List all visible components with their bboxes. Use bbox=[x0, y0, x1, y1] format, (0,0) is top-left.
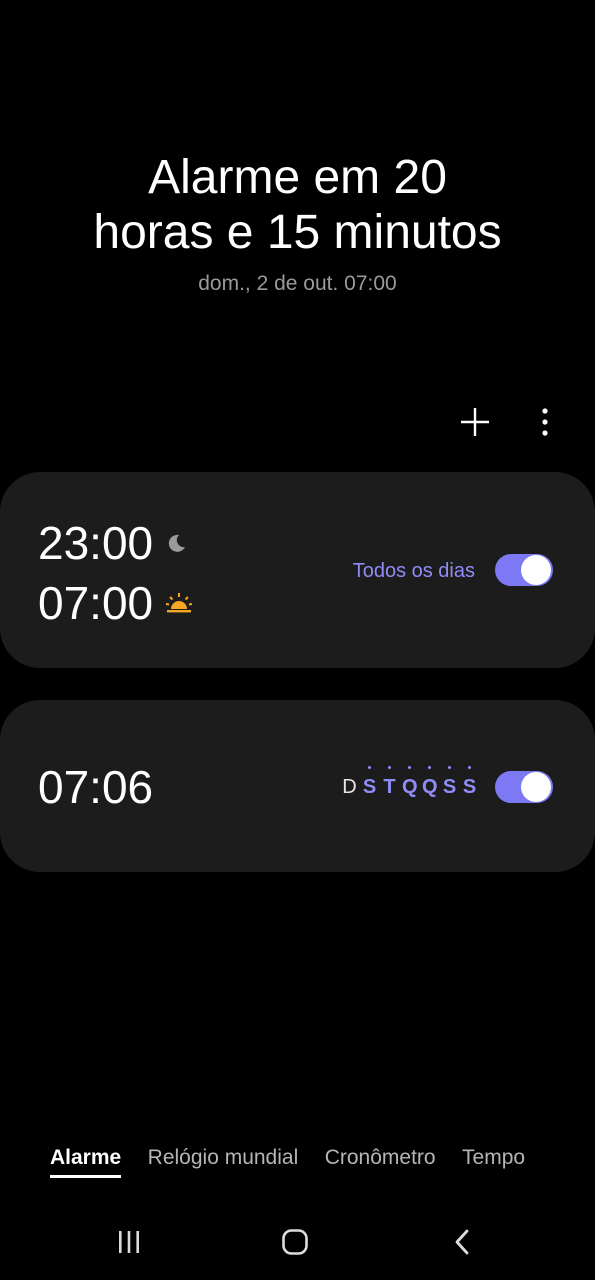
header: Alarme em 20 horas e 15 minutos dom., 2 … bbox=[0, 150, 595, 296]
bottom-tabs: Alarme Relógio mundial Cronômetro Tempo bbox=[50, 1146, 558, 1186]
recent-apps-icon bbox=[119, 1231, 139, 1253]
tab-relogio-mundial[interactable]: Relógio mundial bbox=[148, 1146, 299, 1178]
day-saturday: S bbox=[462, 766, 477, 799]
alarm-time: 07:06 bbox=[38, 761, 154, 813]
add-alarm-button[interactable] bbox=[455, 398, 495, 446]
more-options-button[interactable] bbox=[525, 398, 565, 446]
day-wednesday: Q bbox=[402, 766, 418, 799]
alarm-card[interactable]: 07:06 D S T Q Q S S bbox=[0, 700, 595, 872]
bedtime-time: 23:00 bbox=[38, 516, 187, 570]
home-button[interactable] bbox=[275, 1224, 315, 1260]
back-button[interactable] bbox=[442, 1224, 482, 1260]
bedtime-alarm-toggle[interactable] bbox=[495, 554, 553, 586]
bedtime-time-text: 23:00 bbox=[38, 517, 154, 569]
toggle-knob bbox=[521, 772, 551, 802]
tab-alarme[interactable]: Alarme bbox=[50, 1146, 122, 1178]
system-navbar bbox=[0, 1210, 595, 1274]
bedtime-alarm-card[interactable]: 23:00 07:00 Todos os dias bbox=[0, 472, 595, 668]
more-vertical-icon bbox=[542, 408, 548, 436]
title-line-1: Alarme em 20 bbox=[148, 151, 447, 204]
toolbar bbox=[455, 398, 565, 446]
day-sunday: D bbox=[342, 776, 357, 798]
wakeup-time: 07:00 bbox=[38, 576, 193, 630]
next-alarm-date: dom., 2 de out. 07:00 bbox=[198, 272, 397, 295]
title-line-2: horas e 15 minutos bbox=[93, 206, 502, 259]
back-icon bbox=[455, 1229, 469, 1255]
repeat-label: Todos os dias bbox=[352, 560, 475, 582]
plus-icon bbox=[461, 408, 489, 436]
home-icon bbox=[282, 1229, 308, 1255]
sunrise-icon bbox=[165, 592, 193, 614]
wakeup-time-text: 07:00 bbox=[38, 577, 154, 629]
tab-tempo[interactable]: Tempo bbox=[462, 1146, 525, 1178]
day-tuesday: T bbox=[382, 766, 397, 799]
repeat-days: D S T Q Q S S bbox=[342, 766, 477, 799]
alarm-toggle[interactable] bbox=[495, 771, 553, 803]
recent-apps-button[interactable] bbox=[109, 1224, 149, 1260]
day-friday: S bbox=[442, 766, 457, 799]
day-thursday: Q bbox=[422, 766, 438, 799]
tab-cronometro[interactable]: Cronômetro bbox=[325, 1146, 436, 1178]
page-title: Alarme em 20 horas e 15 minutos bbox=[0, 150, 595, 260]
day-monday: S bbox=[362, 766, 377, 799]
toggle-knob bbox=[521, 555, 551, 585]
moon-icon bbox=[165, 532, 187, 554]
